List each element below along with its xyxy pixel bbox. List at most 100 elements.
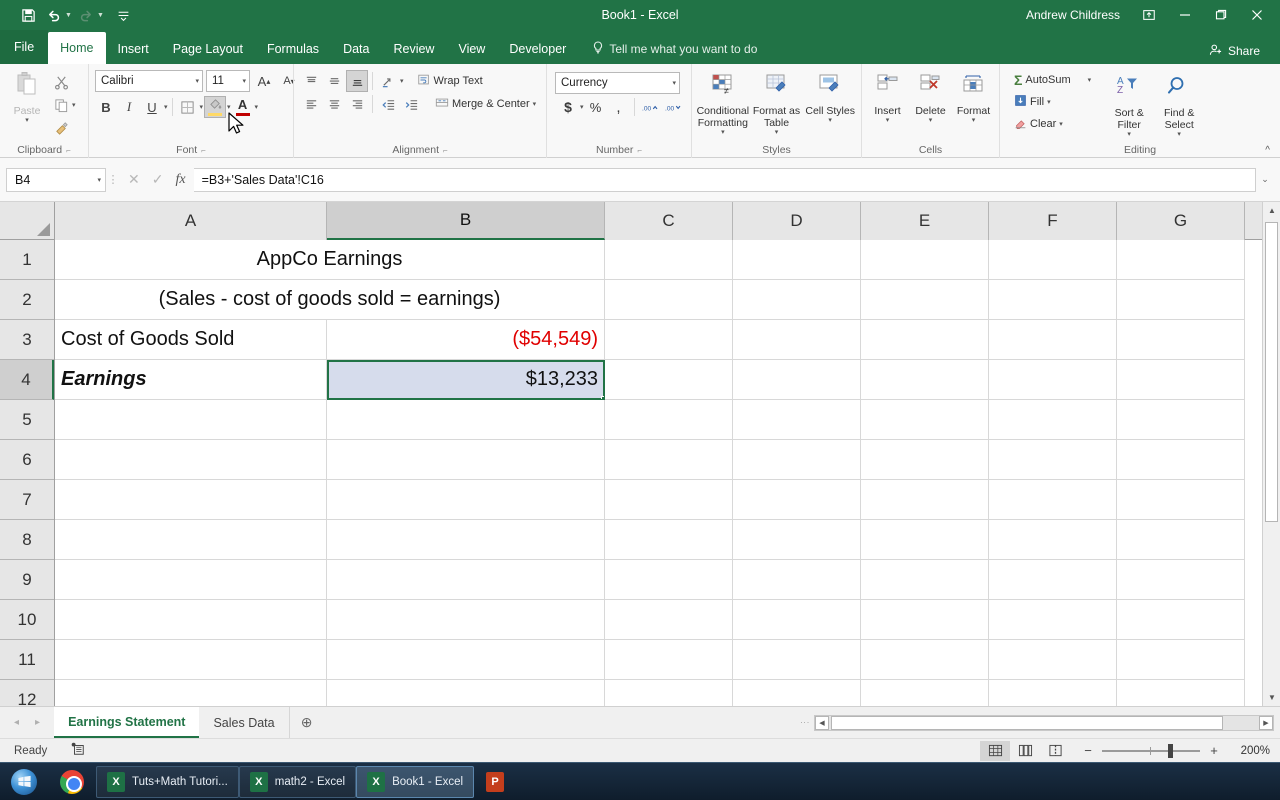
- cell-F6[interactable]: [989, 440, 1117, 480]
- normal-view-button[interactable]: [980, 741, 1010, 761]
- insert-cells-button[interactable]: Insert ▾: [867, 69, 909, 125]
- cell-D11[interactable]: [733, 640, 861, 680]
- wrap-text-button[interactable]: Wrap Text: [413, 70, 487, 92]
- cell-A7[interactable]: [55, 480, 327, 520]
- fill-handle[interactable]: [601, 396, 605, 400]
- cell-C5[interactable]: [605, 400, 733, 440]
- row-header-6[interactable]: 6: [0, 440, 54, 480]
- cell-G7[interactable]: [1117, 480, 1245, 520]
- number-format-caret[interactable]: ▾: [672, 79, 676, 87]
- tab-developer[interactable]: Developer: [497, 34, 578, 64]
- cell-C8[interactable]: [605, 520, 733, 560]
- horizontal-split-grip[interactable]: ⋮: [800, 718, 810, 728]
- number-format-combo[interactable]: Currency ▾: [555, 72, 680, 94]
- conditional-formatting-caret[interactable]: ▾: [721, 129, 725, 137]
- cell-F10[interactable]: [989, 600, 1117, 640]
- cell-A9[interactable]: [55, 560, 327, 600]
- row-header-10[interactable]: 10: [0, 600, 54, 640]
- underline-dropdown-caret[interactable]: ▾: [164, 103, 168, 111]
- previous-sheet-icon[interactable]: ◂: [14, 717, 19, 728]
- cell-E10[interactable]: [861, 600, 989, 640]
- cell-F4[interactable]: [989, 360, 1117, 400]
- tab-data[interactable]: Data: [331, 34, 381, 64]
- italic-button[interactable]: I: [118, 96, 140, 118]
- page-layout-view-button[interactable]: [1010, 741, 1040, 761]
- tab-home[interactable]: Home: [48, 32, 105, 64]
- cell-E9[interactable]: [861, 560, 989, 600]
- customize-quick-access-toolbar-icon[interactable]: [112, 4, 136, 26]
- taskbar-item-book1-excel[interactable]: X Book1 - Excel: [356, 766, 474, 798]
- cell-G10[interactable]: [1117, 600, 1245, 640]
- cell-B8[interactable]: [327, 520, 605, 560]
- cell-B7[interactable]: [327, 480, 605, 520]
- sort-and-filter-button[interactable]: AZ Sort & Filter ▾: [1105, 71, 1153, 139]
- format-as-table-button[interactable]: Format as Table ▾: [750, 69, 804, 137]
- cell-F9[interactable]: [989, 560, 1117, 600]
- font-color-button[interactable]: A: [232, 96, 254, 118]
- next-sheet-icon[interactable]: ▸: [35, 717, 40, 728]
- cell-C4[interactable]: [605, 360, 733, 400]
- cell-C2[interactable]: [605, 280, 733, 320]
- cell-F11[interactable]: [989, 640, 1117, 680]
- column-header-f[interactable]: F: [989, 202, 1117, 240]
- cell-E11[interactable]: [861, 640, 989, 680]
- paste-button[interactable]: Paste ▾: [4, 67, 50, 125]
- column-header-g[interactable]: G: [1117, 202, 1245, 240]
- cell-A3[interactable]: Cost of Goods Sold: [55, 320, 327, 360]
- format-cells-button[interactable]: Format ▾: [953, 69, 995, 125]
- page-break-preview-button[interactable]: [1040, 741, 1070, 761]
- share-button[interactable]: Share: [1199, 38, 1270, 64]
- record-macro-icon[interactable]: [71, 742, 85, 759]
- cell-D10[interactable]: [733, 600, 861, 640]
- column-header-d[interactable]: D: [733, 202, 861, 240]
- cell-E4[interactable]: [861, 360, 989, 400]
- cell-A1[interactable]: AppCo Earnings: [55, 240, 605, 280]
- cell-A12[interactable]: [55, 680, 327, 706]
- cell-G3[interactable]: [1117, 320, 1245, 360]
- ribbon-display-options-icon[interactable]: [1132, 0, 1166, 30]
- underline-button[interactable]: U: [141, 96, 163, 118]
- cell-A4[interactable]: Earnings: [55, 360, 327, 400]
- cell-D6[interactable]: [733, 440, 861, 480]
- cell-A11[interactable]: [55, 640, 327, 680]
- cell-C12[interactable]: [605, 680, 733, 706]
- cell-D12[interactable]: [733, 680, 861, 706]
- increase-font-size-button[interactable]: A▴: [253, 70, 275, 92]
- cell-styles-caret[interactable]: ▾: [828, 117, 832, 125]
- font-size-caret[interactable]: ▾: [242, 77, 246, 85]
- cell-D7[interactable]: [733, 480, 861, 520]
- sheet-tab-earnings-statement[interactable]: Earnings Statement: [54, 707, 199, 738]
- cell-E3[interactable]: [861, 320, 989, 360]
- clear-dropdown-caret[interactable]: ▾: [1059, 120, 1063, 128]
- cell-F5[interactable]: [989, 400, 1117, 440]
- redo-dropdown-caret[interactable]: ▼: [97, 12, 104, 19]
- cell-G1[interactable]: [1117, 240, 1245, 280]
- redo-icon[interactable]: [74, 4, 98, 26]
- save-icon[interactable]: [16, 4, 40, 26]
- align-center-button[interactable]: [323, 93, 345, 115]
- copy-dropdown-caret[interactable]: ▾: [72, 101, 76, 109]
- undo-dropdown-caret[interactable]: ▼: [65, 12, 72, 19]
- tab-view[interactable]: View: [446, 34, 497, 64]
- fill-color-dropdown-caret[interactable]: ▾: [227, 103, 231, 111]
- taskbar-item-tuts-math-tutorial[interactable]: X Tuts+Math Tutori...: [96, 766, 239, 798]
- zoom-level-label[interactable]: 200%: [1228, 745, 1270, 757]
- orientation-dropdown-caret[interactable]: ▾: [400, 77, 404, 85]
- alignment-dialog-launcher-icon[interactable]: ⌐: [443, 146, 448, 155]
- font-size-combo[interactable]: 11 ▾: [206, 70, 250, 92]
- cell-B6[interactable]: [327, 440, 605, 480]
- cancel-edit-icon[interactable]: ✕: [128, 171, 140, 188]
- cell-F2[interactable]: [989, 280, 1117, 320]
- cell-C10[interactable]: [605, 600, 733, 640]
- cell-G5[interactable]: [1117, 400, 1245, 440]
- cell-B9[interactable]: [327, 560, 605, 600]
- cell-E12[interactable]: [861, 680, 989, 706]
- cell-G6[interactable]: [1117, 440, 1245, 480]
- accounting-dropdown-caret[interactable]: ▾: [580, 103, 584, 111]
- tab-file[interactable]: File: [0, 30, 48, 64]
- account-user-name[interactable]: Andrew Childress: [1026, 8, 1120, 22]
- find-select-caret[interactable]: ▾: [1177, 131, 1181, 139]
- tab-review[interactable]: Review: [381, 34, 446, 64]
- cell-C6[interactable]: [605, 440, 733, 480]
- expand-formula-bar-icon[interactable]: ⌄: [1256, 174, 1274, 185]
